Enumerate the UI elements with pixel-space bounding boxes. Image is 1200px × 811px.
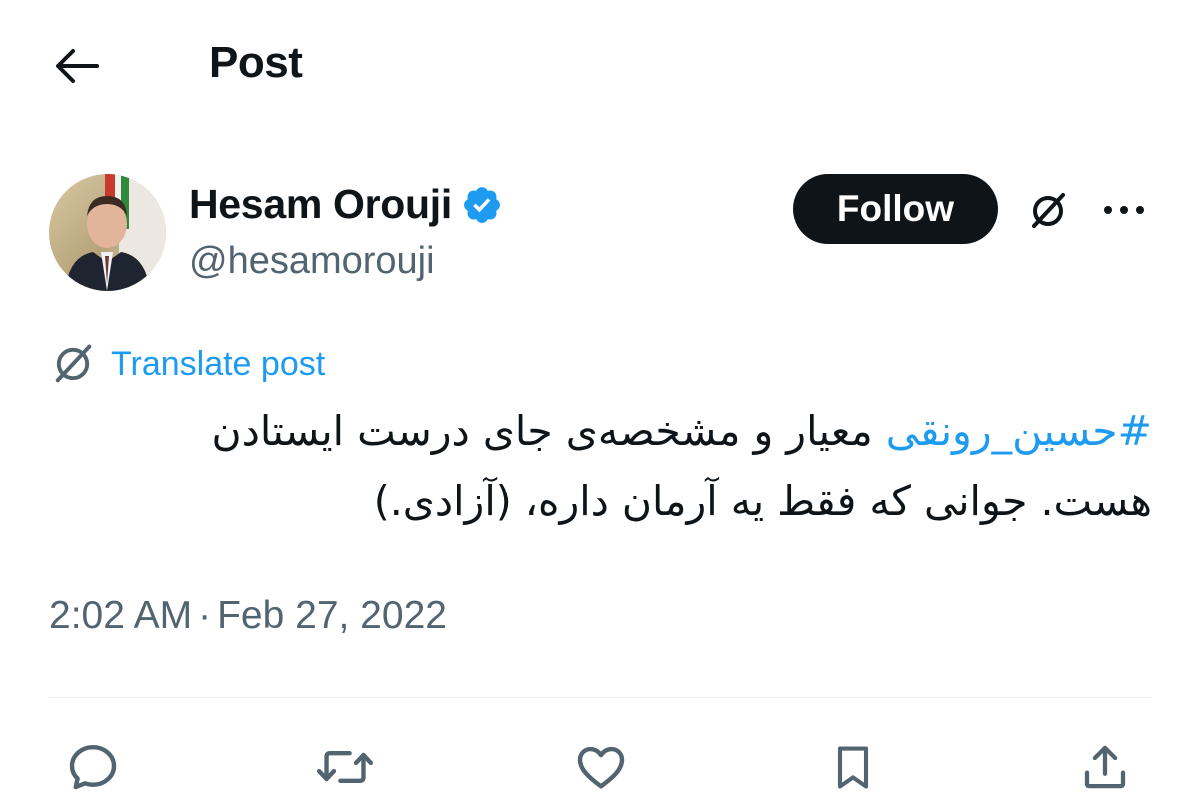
post-date: Feb 27, 2022 (217, 594, 447, 637)
bookmark-icon (837, 746, 869, 789)
translate-label: Translate post (111, 344, 326, 383)
more-horizontal-icon (1104, 206, 1144, 214)
share-icon (1084, 745, 1126, 789)
post-time: 2:02 AM (49, 594, 193, 637)
translate-post-link[interactable]: Translate post (49, 340, 325, 388)
page-title: Post (209, 38, 303, 87)
reply-icon (69, 744, 117, 790)
post-text: #حسین_رونقی معیار و مشخصه‌ی جای درست ایس… (140, 396, 1152, 536)
meta-separator: · (198, 594, 212, 637)
post-author: Hesam Orouji @hesamorouji Follow (0, 165, 1200, 295)
grok-button[interactable] (1020, 185, 1076, 237)
back-button[interactable] (50, 40, 102, 92)
share-button[interactable] (1070, 732, 1140, 802)
follow-button[interactable]: Follow (793, 174, 998, 244)
divider (49, 697, 1152, 698)
reply-button[interactable] (58, 732, 128, 802)
engagement-bar (0, 727, 1200, 811)
avatar-image (49, 174, 166, 291)
author-name-row[interactable]: Hesam Orouji (189, 181, 503, 228)
avatar[interactable] (49, 174, 166, 291)
post-timestamp[interactable]: 2:02 AM · Feb 27, 2022 (49, 594, 447, 638)
bookmark-button[interactable] (818, 732, 888, 802)
like-icon (577, 746, 625, 789)
top-bar: Post (0, 0, 1200, 125)
grok-icon (55, 344, 92, 383)
display-name: Hesam Orouji (189, 181, 452, 227)
repost-button[interactable] (310, 732, 380, 802)
grok-icon (1032, 193, 1065, 228)
hashtag-link[interactable]: #حسین_رونقی (886, 407, 1152, 455)
author-handle[interactable]: @hesamorouji (189, 240, 435, 283)
more-options-button[interactable] (1096, 185, 1152, 235)
repost-icon (316, 750, 374, 784)
arrow-left-icon (56, 49, 99, 83)
verified-badge-icon (461, 184, 503, 226)
like-button[interactable] (566, 732, 636, 802)
